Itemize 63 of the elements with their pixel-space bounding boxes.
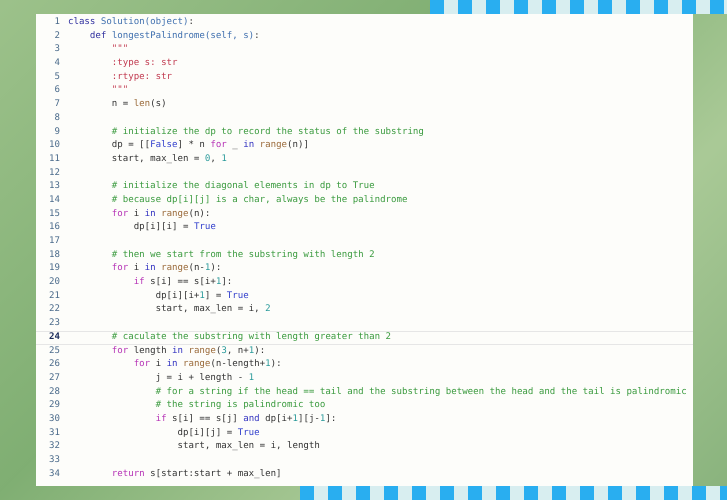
line-number: 7 xyxy=(54,98,60,112)
code-line: start, max_len = 0, 1 xyxy=(110,152,227,166)
line-number: 23 xyxy=(48,317,60,330)
line-number: 21 xyxy=(48,290,60,303)
code-line: start, max_len = i, length xyxy=(176,440,320,454)
line-number: 5 xyxy=(54,70,60,84)
line-number: 30 xyxy=(48,412,60,426)
code-line: dp = [[False] * n for _ in range(n)] xyxy=(110,139,309,152)
line-number: 22 xyxy=(48,303,60,316)
line-number: 28 xyxy=(48,386,60,399)
line-number: 6 xyxy=(54,84,60,98)
line-number: 2 xyxy=(54,30,60,43)
code-line: for i in range(n-1): xyxy=(110,262,222,276)
code-line: for i in range(n-length+1): xyxy=(132,358,282,372)
code-line: if s[i] == s[i+1]: xyxy=(132,276,232,290)
line-number: 14 xyxy=(48,194,60,207)
line-number: 17 xyxy=(48,235,60,248)
code-line: :type s: str xyxy=(110,57,178,70)
line-number: 3 xyxy=(54,43,60,56)
line-number: 32 xyxy=(48,440,60,454)
line-number: 13 xyxy=(48,180,60,194)
code-line: start, max_len = i, 2 xyxy=(154,303,271,316)
code-line: dp[i][i+1] = True xyxy=(154,290,249,303)
code-line: # caculate the substring with length greater than 2 xyxy=(110,330,392,344)
line-number: 33 xyxy=(48,454,60,467)
code-line: # then we start from the substring with length 2 xyxy=(110,248,375,262)
line-number: 27 xyxy=(48,372,60,385)
line-number: 15 xyxy=(48,208,60,221)
line-number: 4 xyxy=(54,57,60,70)
code-line: dp[i][j] = True xyxy=(176,426,260,440)
code-line: # because dp[i][j] is a char, always be the palindrome xyxy=(110,194,408,207)
line-number: 31 xyxy=(48,426,60,440)
line-number: 10 xyxy=(48,139,60,152)
code-line: for length in range(3, n+1): xyxy=(110,344,266,358)
line-number: 19 xyxy=(48,262,60,276)
line-number: 34 xyxy=(48,468,60,481)
line-number: 12 xyxy=(48,166,60,180)
code-line: """ xyxy=(110,84,128,98)
line-number: 9 xyxy=(54,126,60,138)
line-number: 25 xyxy=(48,344,60,358)
line-number: 24 xyxy=(48,330,60,344)
code-line: class Solution(object): xyxy=(68,16,194,29)
line-number: 20 xyxy=(48,276,60,290)
line-number: 18 xyxy=(48,248,60,262)
code-line: :rtype: str xyxy=(110,70,172,84)
line-number: 29 xyxy=(48,399,60,412)
code-line: # initialize the diagonal elements in dp to True xyxy=(110,180,375,194)
code-line: n = len(s) xyxy=(110,98,167,112)
line-number: 1 xyxy=(54,16,60,29)
code-line: j = i + length - 1 xyxy=(154,372,254,385)
line-number: 16 xyxy=(48,221,60,234)
code-line: """ xyxy=(110,43,128,56)
line-number: 8 xyxy=(54,112,60,125)
code-line: for i in range(n): xyxy=(110,208,210,221)
code-line: return s[start:start + max_len] xyxy=(110,468,282,481)
code-line: # for a string if the head == tail and the substring between the head and the tail is palindromic xyxy=(154,386,687,399)
code-line: # the string is palindromic too xyxy=(154,399,326,412)
code-line: if s[i] == s[j] and dp[i+1][j-1]: xyxy=(154,412,336,426)
line-number: 26 xyxy=(48,358,60,372)
code-line: # initialize the dp to record the status of the substring xyxy=(110,126,424,138)
code-line: def longestPalindrome(self, s): xyxy=(88,30,260,43)
code-line: dp[i][i] = True xyxy=(132,221,216,234)
line-number: 11 xyxy=(48,152,60,166)
